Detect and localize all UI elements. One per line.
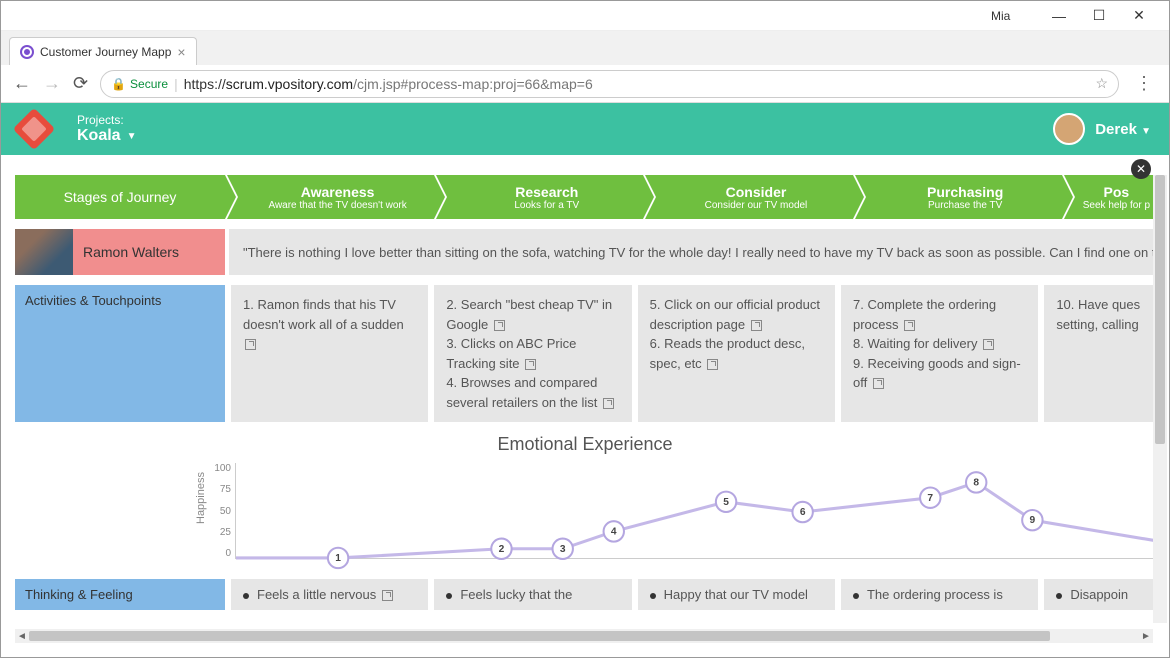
activity-card[interactable]: 10. Have quessetting, calling: [1044, 285, 1155, 422]
favicon-icon: [20, 45, 34, 59]
thinking-card[interactable]: Feels lucky that the: [434, 579, 631, 610]
maximize-button[interactable]: ☐: [1079, 2, 1119, 30]
lock-icon: 🔒: [111, 77, 126, 91]
activity-card[interactable]: 7. Complete the ordering process 8. Wait…: [841, 285, 1038, 422]
thinking-card[interactable]: The ordering process is: [841, 579, 1038, 610]
chart-section: Emotional Experience Happiness 100 75 50…: [15, 428, 1155, 573]
external-link-icon[interactable]: [494, 320, 505, 331]
chevron-down-icon: ▼: [1141, 126, 1151, 137]
scrollbar-thumb[interactable]: [29, 631, 1050, 641]
persona-photo: [15, 229, 73, 275]
chart-plot: Happiness 100 75 50 25 0 1: [235, 463, 1155, 573]
chevron-down-icon: ▼: [127, 131, 137, 142]
project-selector[interactable]: Projects: Koala▼: [77, 113, 136, 145]
svg-text:4: 4: [611, 526, 617, 537]
external-link-icon[interactable]: [983, 339, 994, 350]
activity-card[interactable]: 2. Search "best cheap TV" in Google 3. C…: [434, 285, 631, 422]
activity-card[interactable]: 1. Ramon finds that his TV doesn't work …: [231, 285, 428, 422]
content-area: ✕ Stages of Journey Awareness Aware that…: [1, 155, 1169, 657]
external-link-icon[interactable]: [603, 398, 614, 409]
stage-awareness[interactable]: Awareness Aware that the TV doesn't work: [227, 175, 434, 219]
secure-badge: 🔒 Secure: [111, 77, 168, 91]
svg-text:5: 5: [723, 497, 729, 508]
thinking-card[interactable]: Happy that our TV model: [638, 579, 835, 610]
svg-text:8: 8: [973, 477, 979, 488]
external-link-icon[interactable]: [382, 590, 393, 601]
external-link-icon[interactable]: [707, 359, 718, 370]
reload-button[interactable]: ⟳: [73, 73, 88, 94]
browser-tab-bar: Customer Journey Mapp ×: [1, 31, 1169, 65]
url-text: https://scrum.vpository.com/cjm.jsp#proc…: [184, 76, 593, 92]
tab-title: Customer Journey Mapp: [40, 45, 171, 59]
scroll-right-icon[interactable]: ►: [1139, 631, 1153, 642]
scroll-left-icon[interactable]: ◄: [15, 631, 29, 642]
vertical-scrollbar[interactable]: [1153, 175, 1167, 623]
os-user-label: Mia: [31, 9, 1010, 23]
scrollbar-thumb[interactable]: [1155, 175, 1165, 444]
back-button[interactable]: ←: [13, 73, 31, 94]
browser-tab[interactable]: Customer Journey Mapp ×: [9, 37, 197, 65]
app-header: Projects: Koala▼ Derek ▼: [1, 103, 1169, 155]
persona-row: Ramon Walters "There is nothing I love b…: [15, 229, 1155, 275]
address-bar[interactable]: 🔒 Secure | https://scrum.vpository.com/c…: [100, 70, 1119, 98]
activities-label: Activities & Touchpoints: [15, 285, 225, 422]
y-axis-ticks: 100 75 50 25 0: [201, 463, 231, 559]
browser-menu-icon[interactable]: ⋮: [1131, 73, 1157, 94]
bookmark-star-icon[interactable]: ☆: [1095, 75, 1108, 92]
username-dropdown[interactable]: Derek ▼: [1095, 121, 1151, 138]
minimize-button[interactable]: —: [1039, 2, 1079, 30]
thinking-label: Thinking & Feeling: [15, 579, 225, 610]
external-link-icon[interactable]: [525, 359, 536, 370]
external-link-icon[interactable]: [245, 339, 256, 350]
svg-text:2: 2: [499, 544, 505, 555]
thinking-card[interactable]: Disappoin: [1044, 579, 1155, 610]
svg-text:1: 1: [335, 553, 341, 564]
svg-text:7: 7: [927, 493, 933, 504]
forward-button[interactable]: →: [43, 73, 61, 94]
thinking-card[interactable]: Feels a little nervous: [231, 579, 428, 610]
external-link-icon[interactable]: [873, 378, 884, 389]
projects-label: Projects:: [77, 113, 136, 127]
horizontal-scrollbar[interactable]: ◄ ►: [15, 629, 1153, 643]
close-window-button[interactable]: ✕: [1119, 2, 1159, 30]
stage-post[interactable]: Pos Seek help for p: [1064, 175, 1155, 219]
activity-card[interactable]: 5. Click on our official product descrip…: [638, 285, 835, 422]
browser-toolbar: ← → ⟳ 🔒 Secure | https://scrum.vpository…: [1, 65, 1169, 103]
persona-name: Ramon Walters: [73, 229, 225, 275]
svg-text:9: 9: [1030, 515, 1036, 526]
user-avatar[interactable]: [1053, 113, 1085, 145]
stage-purchasing[interactable]: Purchasing Purchase the TV: [855, 175, 1062, 219]
svg-text:3: 3: [560, 544, 566, 555]
close-tab-icon[interactable]: ×: [177, 44, 185, 60]
thinking-row: Thinking & Feeling Feels a little nervou…: [15, 579, 1155, 610]
stage-research[interactable]: Research Looks for a TV: [436, 175, 643, 219]
activities-row: Activities & Touchpoints 1. Ramon finds …: [15, 285, 1155, 422]
persona-quote: "There is nothing I love better than sit…: [229, 229, 1155, 275]
secure-text: Secure: [130, 77, 168, 91]
external-link-icon[interactable]: [751, 320, 762, 331]
stage-consider[interactable]: Consider Consider our TV model: [645, 175, 852, 219]
svg-text:6: 6: [800, 507, 806, 518]
app-logo-icon[interactable]: [13, 108, 55, 150]
stages-header: Stages of Journey: [15, 175, 225, 219]
persona-cell[interactable]: Ramon Walters: [15, 229, 225, 275]
external-link-icon[interactable]: [904, 320, 915, 331]
close-panel-button[interactable]: ✕: [1131, 159, 1151, 179]
chart-points: 1 2 3 4 5 6 7 8 9: [236, 463, 1155, 561]
chart-title: Emotional Experience: [15, 434, 1155, 455]
window-titlebar: Mia — ☐ ✕: [1, 1, 1169, 31]
stages-row: Stages of Journey Awareness Aware that t…: [15, 175, 1155, 219]
